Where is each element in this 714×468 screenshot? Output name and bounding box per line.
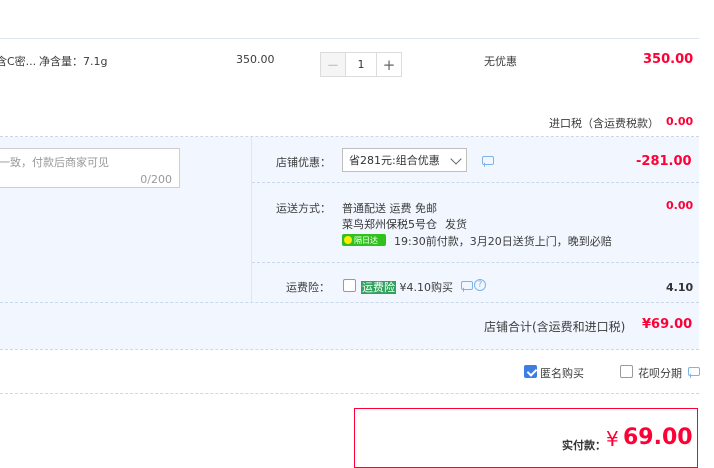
insurance-tag: 运费险 [361,281,396,294]
next-day-badge: 隔日达 [342,234,386,246]
shipping-method: 普通配送 运费 免邮 [342,202,437,215]
shipping-ship-word: 发货 [445,218,467,231]
import-tax-label: 进口税（含运费税款） [549,117,659,130]
shipping-eta: 19:30前付款，3月20日送货上门，晚到必赔 [394,235,612,248]
plus-icon: + [382,55,396,74]
message-placeholder: 一致，付款后商家可见 [0,156,109,169]
message-counter: 0/200 [140,173,172,186]
unit-price: 350.00 [236,53,275,66]
import-tax-value: 0.00 [666,115,694,128]
shipping-warehouse: 菜鸟郑州保税5号仓 [342,218,437,231]
top-border [0,38,699,39]
shop-discount-label: 店铺优惠： [276,156,331,169]
shop-discount-value: -281.00 [636,154,692,169]
help-icon[interactable]: ? [474,279,486,291]
minus-icon: − [326,55,340,74]
chat-icon[interactable] [461,281,473,290]
payment-currency: ¥ [606,427,619,451]
clock-icon [344,236,352,244]
chevron-down-icon [450,153,462,165]
payment-summary: 实付款： ¥ 69.00 [354,408,698,468]
insurance-checkbox[interactable] [343,279,356,292]
item-name[interactable]: 含C密... [0,53,36,69]
payment-label: 实付款： [562,439,606,452]
shipping-label: 运送方式： [276,202,331,215]
shop-total-value: ¥69.00 [642,317,693,332]
insurance-offer: 运费险 ¥4.10购买 [361,279,453,295]
shop-discount-select[interactable]: 省281元:组合优惠 [342,148,467,172]
increase-button[interactable]: + [376,52,402,77]
column-divider [251,137,252,302]
divider [252,182,699,183]
divider [0,302,699,303]
message-input[interactable]: 一致，付款后商家可见 0/200 [0,148,180,188]
shop-discount-selected: 省281元:组合优惠 [349,154,440,167]
shipping-value: 0.00 [666,199,694,212]
chat-icon[interactable] [688,367,700,376]
insurance-price: ¥4.10购买 [399,281,454,294]
insurance-value: 4.10 [666,281,694,294]
decrease-button[interactable]: − [320,52,346,77]
divider [0,349,699,350]
huabei-label: 花呗分期 [638,367,682,380]
anonymous-checkbox[interactable] [524,365,537,378]
badge-text: 隔日达 [354,235,378,245]
divider [0,393,699,394]
huabei-checkbox[interactable] [620,365,633,378]
quantity-input[interactable]: 1 [346,52,376,77]
divider [252,262,699,263]
shop-total-label: 店铺合计(含运费和进口税) [484,320,626,334]
insurance-label: 运费险： [286,281,330,294]
item-net-content: 净含量：7.1g [39,55,108,68]
quantity-stepper[interactable]: − 1 + [320,52,402,77]
anonymous-label: 匿名购买 [540,367,584,380]
item-promo: 无优惠 [484,55,517,68]
item-subtotal: 350.00 [643,52,694,67]
payment-amount: 69.00 [623,425,693,450]
chat-icon[interactable] [482,156,494,165]
